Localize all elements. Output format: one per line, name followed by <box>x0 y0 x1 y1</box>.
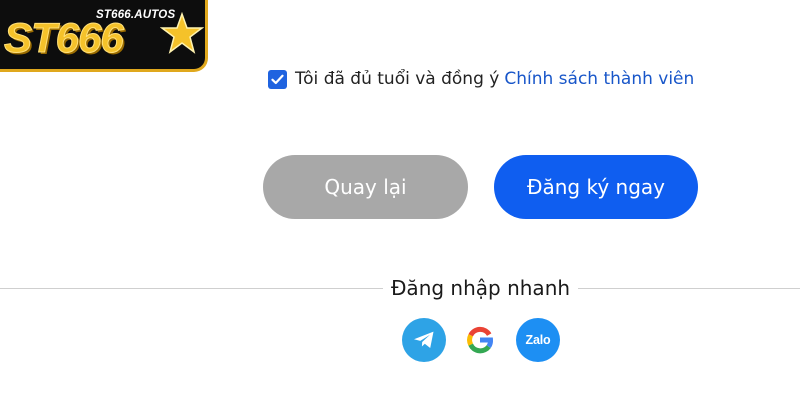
telegram-icon <box>414 331 434 348</box>
logo-wordmark: ST666 <box>4 14 125 62</box>
member-policy-link[interactable]: Chính sách thành viên <box>504 69 694 89</box>
quick-login-label: Đăng nhập nhanh <box>390 276 571 300</box>
agreement-checkbox[interactable] <box>268 69 287 89</box>
divider-right <box>578 288 800 289</box>
checkmark-icon <box>271 74 284 84</box>
divider-left <box>0 288 383 289</box>
google-icon <box>467 326 494 354</box>
agreement-row: Tôi đã đủ tuổi và đồng ý Chính sách thàn… <box>268 67 694 91</box>
google-login-button[interactable] <box>458 318 502 362</box>
telegram-login-button[interactable] <box>402 318 446 362</box>
zalo-icon: Zalo <box>525 333 551 347</box>
back-button[interactable]: Quay lại <box>263 155 468 219</box>
brand-logo[interactable]: ST666.AUTOS ST666 <box>0 0 208 72</box>
agreement-text: Tôi đã đủ tuổi và đồng ý <box>295 69 500 89</box>
star-icon <box>160 12 204 54</box>
register-button[interactable]: Đăng ký ngay <box>494 155 698 219</box>
zalo-login-button[interactable]: Zalo <box>516 318 560 362</box>
